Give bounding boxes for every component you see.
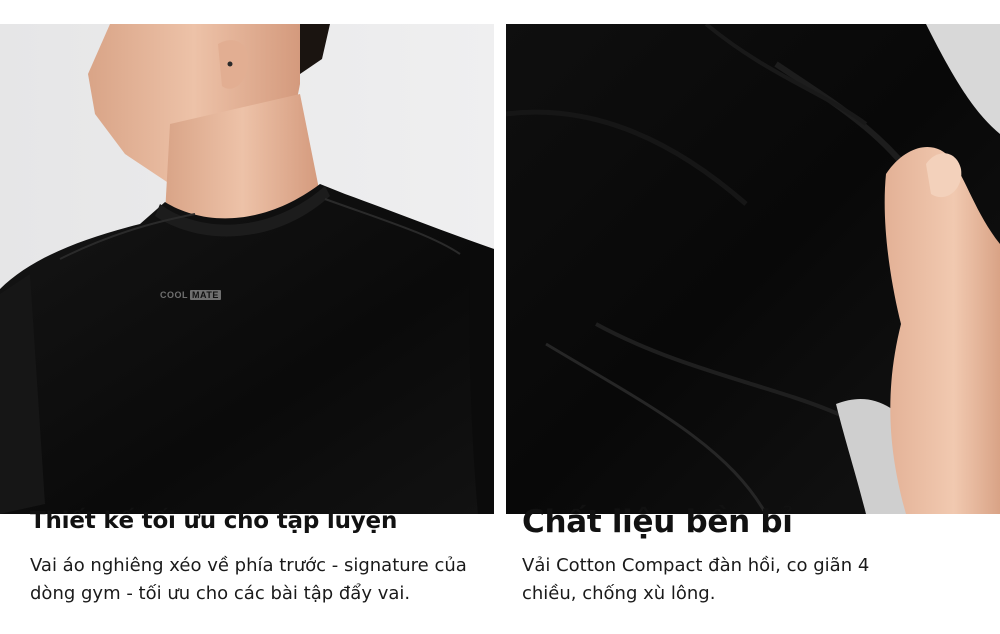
feature-description-design: Vai áo nghiêng xéo về phía trước - signa… bbox=[30, 555, 467, 604]
feature-title-material: Chất liệu bền bỉ bbox=[522, 504, 793, 540]
feature-title-design: Thiết kế tối ưu cho tập luyện bbox=[30, 508, 398, 534]
feature-description-material: Vải Cotton Compact đàn hồi, co giãn 4 ch… bbox=[522, 555, 870, 604]
